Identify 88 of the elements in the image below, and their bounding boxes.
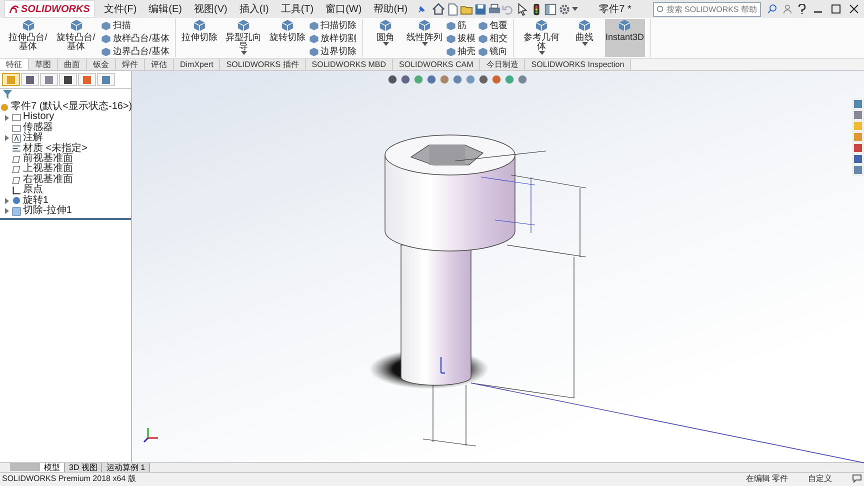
material-icon — [12, 144, 21, 154]
axis-triad-icon — [142, 426, 160, 444]
caret-icon[interactable] — [538, 51, 545, 55]
ribbon-button[interactable]: 圆角 — [368, 19, 404, 57]
ribbon-tab[interactable]: SOLIDWORKS MBD — [306, 59, 394, 70]
menu-item[interactable]: 工具(T) — [278, 2, 317, 16]
ribbon-button[interactable]: 拉伸凸台/基体 — [5, 19, 51, 57]
ribbon-tab[interactable]: 曲面 — [58, 59, 87, 70]
cut-icon — [12, 206, 21, 216]
user-icon[interactable] — [783, 4, 792, 14]
tree-item[interactable]: 原点 — [0, 185, 131, 196]
ribbon-button[interactable]: 抽壳 — [446, 45, 476, 58]
product-label: SOLIDWORKS Premium 2018 x64 版 — [2, 473, 137, 484]
cursor-icon[interactable] — [516, 2, 529, 16]
ribbon-tab[interactable]: SOLIDWORKS CAM — [393, 59, 480, 70]
ribbon-button[interactable]: 扫描切除 — [308, 19, 357, 32]
ribbon-button[interactable]: Instant3D — [604, 19, 646, 57]
tree-item[interactable]: History — [0, 112, 131, 123]
annotation-icon — [12, 134, 21, 143]
part-icon — [0, 102, 9, 112]
ribbon-button[interactable]: 镜向 — [478, 45, 508, 58]
ribbon-button[interactable]: 参考几何体 — [518, 19, 565, 57]
expand-arrow-icon[interactable] — [4, 135, 10, 142]
view-tab[interactable]: 3D 视图 — [65, 463, 102, 472]
caret-icon[interactable] — [382, 42, 389, 46]
panel-tab[interactable] — [59, 73, 77, 86]
ribbon-button[interactable]: 放样凸台/基体 — [101, 32, 170, 45]
ribbon-button[interactable]: 边界凸台/基体 — [101, 45, 170, 58]
ribbon-button[interactable]: 边界切除 — [308, 45, 357, 58]
close-icon[interactable] — [848, 3, 860, 15]
units-label[interactable]: 自定义 — [808, 473, 832, 484]
ribbon-button[interactable]: 旋转切除 — [268, 19, 307, 57]
gear-icon[interactable] — [558, 2, 571, 16]
tree-item[interactable]: 注解 — [0, 133, 131, 144]
ribbon-button[interactable]: 放样切割 — [308, 32, 357, 45]
origin-icon — [12, 186, 21, 195]
menu-item[interactable]: 编辑(E) — [146, 2, 186, 16]
ribbon-button[interactable]: 扫描 — [101, 19, 170, 32]
printer-icon[interactable] — [488, 2, 501, 16]
ribbon-button[interactable]: 包覆 — [478, 19, 508, 32]
caret-icon[interactable] — [572, 7, 578, 11]
tree-item[interactable]: 上视基准面 — [0, 164, 131, 175]
ribbon-button[interactable]: 线性阵列 — [406, 19, 444, 57]
ribbon-tab[interactable]: 今日制造 — [480, 59, 526, 70]
ribbon-tab[interactable]: 草图 — [29, 59, 58, 70]
document-icon[interactable] — [446, 2, 459, 16]
edit-mode-label: 在编辑 零件 — [746, 473, 788, 484]
ribbon-tab[interactable]: SOLIDWORKS 插件 — [220, 59, 306, 70]
caret-icon[interactable] — [422, 42, 428, 46]
menu-item[interactable]: 窗口(W) — [322, 2, 365, 16]
filter-icon[interactable] — [3, 90, 12, 99]
ribbon-button[interactable]: 拔模 — [446, 32, 476, 45]
ribbon-button[interactable]: 筋 — [446, 19, 476, 32]
panel-tab[interactable] — [21, 73, 39, 86]
app-logo: SOLIDWORKS — [4, 0, 95, 18]
menu-item[interactable]: 帮助(H) — [370, 2, 411, 16]
ds-logo-icon — [9, 4, 19, 14]
document-title: 零件7 * — [598, 3, 632, 16]
maximize-icon[interactable] — [830, 3, 842, 15]
ribbon-button[interactable]: 异型孔向导 — [220, 19, 267, 57]
ribbon-button[interactable]: 拉伸切除 — [180, 19, 219, 57]
ribbon-tab[interactable]: 焊件 — [116, 59, 145, 70]
caret-icon[interactable] — [582, 42, 588, 46]
revolve-icon — [12, 196, 21, 206]
view-tab[interactable]: 模型 — [40, 463, 65, 472]
pin-icon[interactable] — [416, 4, 426, 14]
menu-item[interactable]: 插入(I) — [236, 2, 272, 16]
tree-item[interactable]: 零件7 (默认<显示状态-16>) — [0, 102, 131, 112]
ribbon-button[interactable]: 相交 — [478, 32, 508, 45]
expand-arrow-icon[interactable] — [4, 208, 10, 214]
chat-icon[interactable] — [852, 474, 862, 483]
tree-item[interactable]: 切除-拉伸1 — [0, 206, 131, 216]
ribbon-tab[interactable]: 评估 — [145, 59, 174, 70]
ribbon-button[interactable]: 旋转凸台/基体 — [53, 19, 99, 57]
ribbon-tab[interactable]: 钣金 — [87, 59, 116, 70]
menu-item[interactable]: 视图(V) — [191, 2, 230, 16]
expand-arrow-icon[interactable] — [4, 198, 10, 204]
menu-item[interactable]: 文件(F) — [100, 2, 140, 16]
expand-arrow-icon[interactable] — [4, 114, 10, 121]
ribbon-tab[interactable]: DimXpert — [174, 59, 220, 70]
ribbon-tab[interactable]: 特征 — [0, 59, 29, 70]
search-icon[interactable] — [767, 4, 777, 14]
caret-icon[interactable] — [240, 51, 247, 55]
help-search-field[interactable]: 搜索 SOLIDWORKS 帮助 — [653, 2, 761, 16]
ribbon-button[interactable]: 曲线 — [566, 19, 603, 57]
view-tab[interactable]: 运动算例 1 — [102, 463, 150, 472]
panel-icon[interactable] — [544, 2, 557, 16]
ribbon-tab[interactable]: SOLIDWORKS Inspection — [525, 59, 632, 70]
